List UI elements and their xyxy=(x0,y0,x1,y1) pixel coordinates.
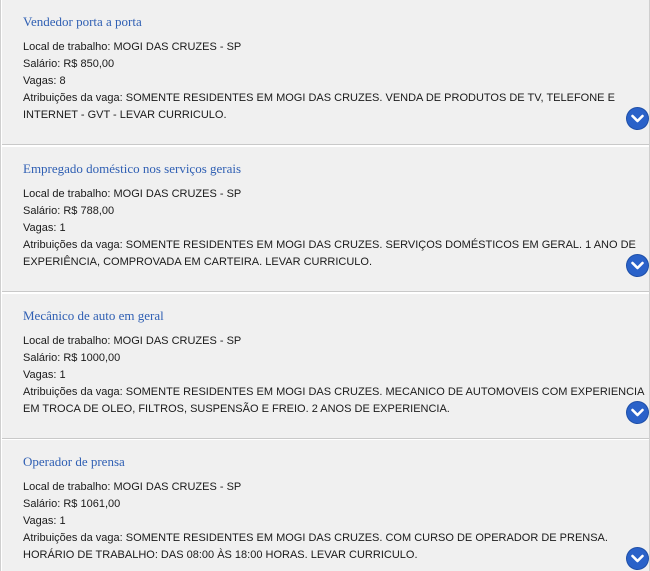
job-description: Atribuições da vaga: SOMENTE RESIDENTES … xyxy=(23,92,615,121)
job-card: Vendedor porta a porta Local de trabalho… xyxy=(2,0,649,145)
job-salary: Salário: R$ 788,00 xyxy=(23,205,115,217)
job-list: Vendedor porta a porta Local de trabalho… xyxy=(0,0,650,571)
job-description: Atribuições da vaga: SOMENTE RESIDENTES … xyxy=(23,386,644,415)
job-location: Local de trabalho: MOGI DAS CRUZES - SP xyxy=(23,481,242,493)
job-openings: Vagas: 1 xyxy=(23,369,66,381)
job-openings: Vagas: 1 xyxy=(23,515,66,527)
chevron-down-icon xyxy=(631,261,644,270)
job-location: Local de trabalho: MOGI DAS CRUZES - SP xyxy=(23,335,242,347)
job-openings: Vagas: 1 xyxy=(23,222,66,234)
job-title[interactable]: Operador de prensa xyxy=(23,454,125,470)
job-card: Operador de prensa Local de trabalho: MO… xyxy=(2,440,649,571)
chevron-down-icon xyxy=(631,114,644,123)
job-title[interactable]: Vendedor porta a porta xyxy=(23,14,142,30)
job-salary: Salário: R$ 1000,00 xyxy=(23,352,121,364)
job-description: Atribuições da vaga: SOMENTE RESIDENTES … xyxy=(23,239,636,268)
expand-button[interactable] xyxy=(627,402,648,423)
chevron-down-icon xyxy=(631,408,644,417)
job-title[interactable]: Empregado doméstico nos serviços gerais xyxy=(23,161,241,177)
job-card: Mecânico de auto em geral Local de traba… xyxy=(2,294,649,439)
expand-button[interactable] xyxy=(627,255,648,276)
expand-button[interactable] xyxy=(627,108,648,129)
job-salary: Salário: R$ 1061,00 xyxy=(23,498,121,510)
job-location: Local de trabalho: MOGI DAS CRUZES - SP xyxy=(23,41,242,53)
job-description: Atribuições da vaga: SOMENTE RESIDENTES … xyxy=(23,532,608,561)
chevron-down-icon xyxy=(631,554,644,563)
job-openings: Vagas: 8 xyxy=(23,75,66,87)
expand-button[interactable] xyxy=(627,548,648,569)
job-location: Local de trabalho: MOGI DAS CRUZES - SP xyxy=(23,188,242,200)
job-card: Empregado doméstico nos serviços gerais … xyxy=(2,147,649,292)
job-salary: Salário: R$ 850,00 xyxy=(23,58,115,70)
job-title[interactable]: Mecânico de auto em geral xyxy=(23,308,164,324)
